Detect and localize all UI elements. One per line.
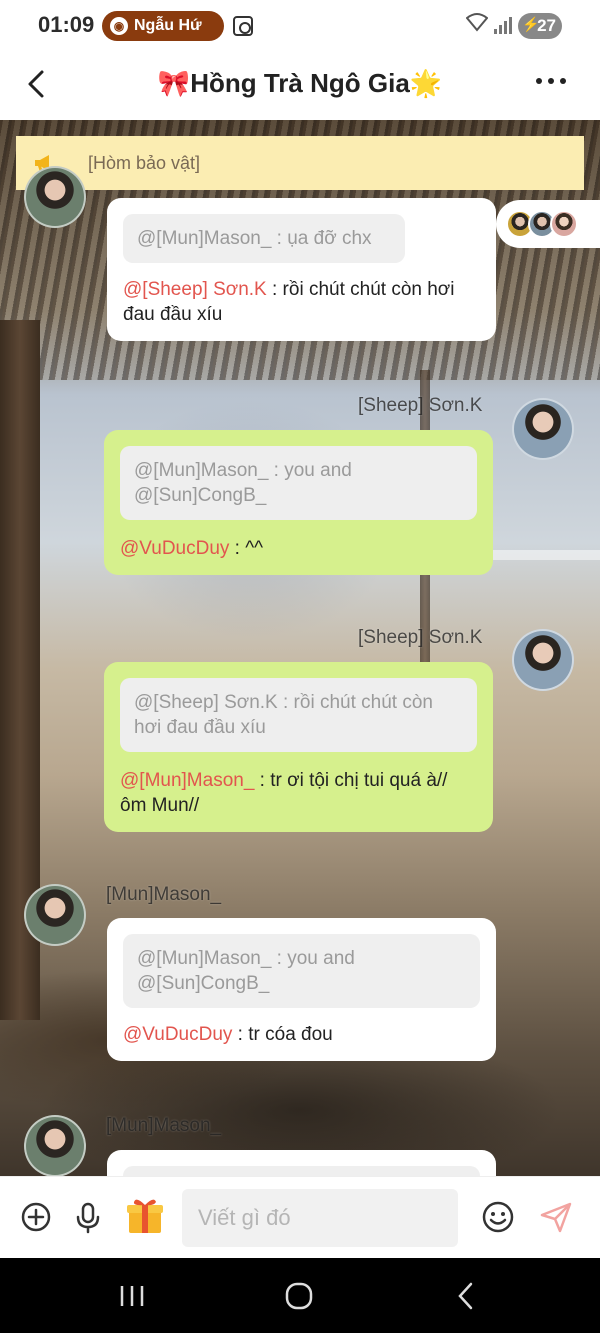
avatar[interactable] [512, 398, 574, 460]
message-bubble[interactable]: @[Mun]Mason_ : you and @[Sun]CongB_ @VuD… [104, 430, 493, 575]
chevron-left-icon [28, 70, 44, 98]
nav-back-button[interactable] [450, 1280, 482, 1312]
mention-link[interactable]: @[Mun]Mason_ [120, 770, 254, 791]
message-bubble[interactable]: @[Mun]Mason_ : you and @[Sun]CongB_ @VuD… [107, 918, 496, 1061]
chevron-left-icon [458, 1282, 473, 1310]
back-button[interactable] [20, 66, 56, 102]
chat-area[interactable]: [Hòm bảo vật] @[Mun]Mason_ : ụa đỡ chx @… [0, 120, 600, 1176]
message-text: @VuDucDuy : tr cóa đou [123, 1024, 333, 1045]
announcement-text: [Hòm bảo vật] [88, 152, 201, 173]
globe-icon: ◉ [110, 17, 128, 35]
message-input[interactable] [182, 1189, 458, 1247]
recent-apps-button[interactable] [116, 1280, 148, 1312]
screenshot-icon [233, 16, 253, 36]
system-navigation-bar [0, 1258, 600, 1333]
mention-link[interactable]: @[Sheep] Sơn.K [123, 279, 267, 300]
mention-link[interactable]: @VuDucDuy [120, 538, 229, 559]
message-bubble[interactable]: @[Mun]Mason_ : ụa đỡ chx @[Sheep] Sơn.K … [107, 198, 496, 341]
sender-name: [Sheep] Sơn.K [358, 627, 483, 648]
message-input-bar [0, 1176, 600, 1258]
more-options-button[interactable] [536, 78, 576, 90]
voice-button[interactable] [70, 1199, 106, 1235]
app-activity-pill[interactable]: ◉ Ngẫu Hứ [102, 11, 224, 41]
wifi-icon [465, 12, 489, 38]
message-text: @VuDucDuy : ^^ [120, 538, 264, 559]
avatar[interactable] [24, 884, 86, 946]
chat-header: 🎀Hồng Trà Ngô Gia🌟 [0, 52, 600, 120]
emoji-button[interactable] [480, 1199, 516, 1235]
quoted-message: @[Sheep] Sơn.K : rồi chút chút còn hơi đ… [120, 678, 477, 752]
status-time: 01:09 [38, 12, 95, 37]
quoted-message: @[Mun]Mason_ : you and @[Sun]CongB_ [120, 446, 477, 520]
app-activity-label: Ngẫu Hứ [134, 17, 202, 34]
message-text: @[Mun]Mason_ : tr ơi tội chị tui quá à//… [120, 770, 448, 816]
online-members[interactable] [496, 200, 600, 248]
smile-icon [482, 1201, 514, 1233]
message-bubble[interactable] [107, 1150, 496, 1176]
message-text: @[Sheep] Sơn.K : rồi chút chút còn hơi đ… [123, 279, 455, 325]
home-button[interactable] [283, 1280, 315, 1312]
member-avatar [550, 210, 578, 238]
add-button[interactable] [18, 1199, 54, 1235]
plus-circle-icon [21, 1202, 51, 1232]
sender-name: [Sheep] Sơn.K [358, 395, 483, 416]
battery-indicator: 27 [518, 13, 562, 39]
microphone-icon [76, 1202, 100, 1234]
more-dots-icon [536, 78, 542, 84]
quoted-message: @[Mun]Mason_ : you and @[Sun]CongB_ [123, 934, 480, 1008]
sender-name: [Mun]Mason_ [106, 884, 222, 905]
status-bar: 01:09 ◉ Ngẫu Hứ 27 [0, 0, 600, 52]
home-icon [285, 1282, 313, 1310]
chat-title[interactable]: 🎀Hồng Trà Ngô Gia🌟 [140, 68, 460, 99]
message-bubble[interactable]: @[Sheep] Sơn.K : rồi chút chút còn hơi đ… [104, 662, 493, 832]
mention-link[interactable]: @VuDucDuy [123, 1024, 232, 1045]
announcement-banner[interactable]: [Hòm bảo vật] [16, 136, 584, 190]
avatar[interactable] [24, 166, 86, 228]
quoted-message: @[Mun]Mason_ : ụa đỡ chx [123, 214, 405, 263]
sender-name: [Mun]Mason_ [106, 1115, 222, 1136]
send-icon [540, 1202, 572, 1233]
signal-icon [494, 16, 512, 34]
recent-apps-icon [120, 1286, 144, 1306]
send-button[interactable] [538, 1199, 574, 1235]
quoted-message [123, 1166, 480, 1176]
gift-icon[interactable] [124, 1195, 166, 1237]
avatar[interactable] [24, 1115, 86, 1176]
avatar[interactable] [512, 629, 574, 691]
